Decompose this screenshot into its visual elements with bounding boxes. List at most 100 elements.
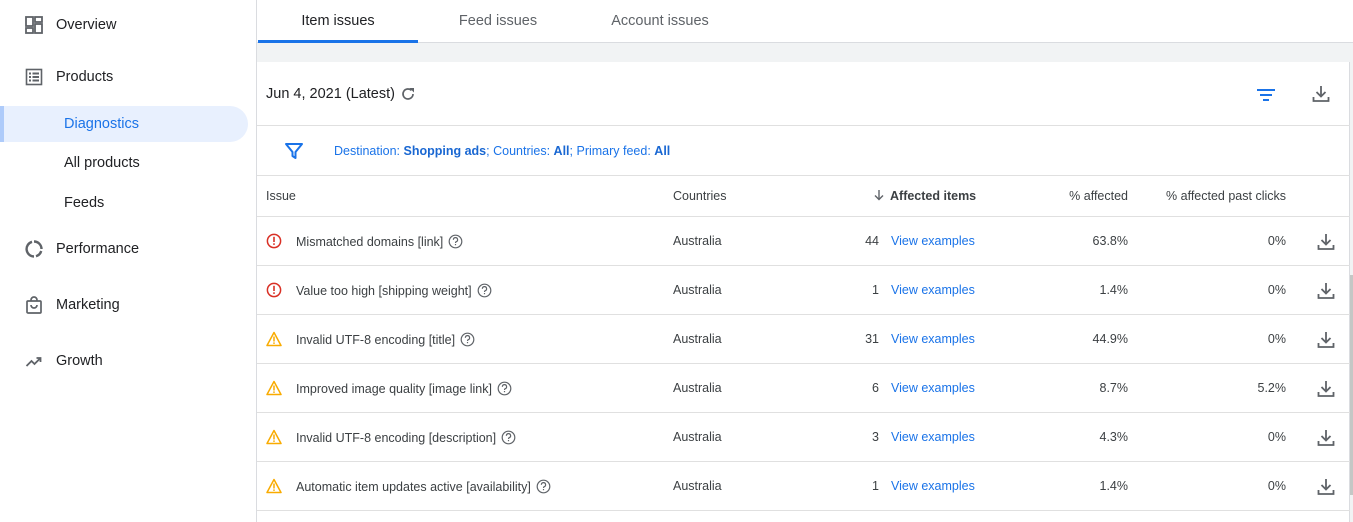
issue-name: Value too high [shipping weight] (296, 284, 472, 298)
help-icon[interactable] (448, 234, 463, 249)
header-pct-past-clicks[interactable]: % affected past clicks (1136, 189, 1286, 203)
nav-diagnostics[interactable]: Diagnostics (0, 106, 248, 142)
nav-marketing-label: Marketing (56, 297, 120, 313)
issue-name: Improved image quality [image link] (296, 382, 492, 396)
error-icon (266, 233, 282, 249)
view-examples-link[interactable]: View examples (891, 332, 975, 346)
table-row[interactable]: Mismatched domains [link] Australia 44 View… (257, 217, 1350, 266)
pct-clicks-cell: 0% (1267, 283, 1286, 297)
issue-cell: Invalid UTF-8 encoding [description] (296, 430, 516, 445)
header-affected-items-label: Affected items (890, 189, 977, 203)
table-row[interactable]: Invalid UTF-8 encoding [title] Australia 3… (257, 315, 1350, 364)
country-cell: Australia (673, 283, 722, 297)
pct-clicks-cell: 0% (1267, 332, 1286, 346)
affected-count: 1 (872, 283, 879, 297)
tab-item-issues[interactable]: Item issues (258, 0, 418, 43)
arrow-down-icon (874, 190, 884, 201)
date-label: Jun 4, 2021 (Latest) (266, 86, 395, 102)
issue-name: Invalid UTF-8 encoding [title] (296, 333, 456, 347)
nav-overview-label: Overview (56, 17, 117, 33)
header-affected-items[interactable]: Affected items (873, 189, 976, 203)
nav-products[interactable]: Products (0, 59, 248, 95)
filter-bar[interactable]: Destination: Shopping ads; Countries: Al… (257, 126, 1350, 176)
table-row[interactable]: Value too high [shipping weight] Australi… (257, 266, 1350, 315)
pct-affected-cell: 44.9% (1092, 332, 1128, 346)
view-examples-link[interactable]: View examples (891, 381, 975, 395)
nav-feeds[interactable]: Feeds (0, 185, 248, 221)
table-row[interactable]: Invalid UTF-8 encoding [description] Aust… (257, 413, 1350, 462)
row-download-icon[interactable] (1315, 329, 1337, 351)
country-cell: Australia (673, 234, 722, 248)
warning-icon (266, 331, 282, 347)
help-icon[interactable] (460, 332, 475, 347)
header-countries[interactable]: Countries (673, 189, 727, 203)
filter-list-icon[interactable] (1255, 84, 1277, 106)
feed-label: ; Primary feed: (569, 144, 651, 158)
tab-account-issues[interactable]: Account issues (578, 0, 742, 42)
pct-affected-cell: 4.3% (1099, 430, 1129, 444)
help-icon[interactable] (497, 381, 512, 396)
nav-growth[interactable]: Growth (0, 343, 248, 379)
country-cell: Australia (673, 332, 722, 346)
table-row[interactable]: Automatic item updates active [availabil… (257, 462, 1350, 511)
view-examples-link[interactable]: View examples (891, 479, 975, 493)
pct-clicks-cell: 0% (1267, 430, 1286, 444)
countries-value: All (553, 144, 570, 158)
row-download-icon[interactable] (1315, 427, 1337, 449)
country-cell: Australia (673, 479, 722, 493)
pct-clicks-cell: 0% (1267, 234, 1286, 248)
warning-icon (266, 380, 282, 396)
row-download-icon[interactable] (1315, 476, 1337, 498)
refresh-icon[interactable] (399, 85, 417, 103)
funnel-icon[interactable] (283, 140, 305, 162)
table-row[interactable]: Improved image quality [image link] Austr… (257, 364, 1350, 413)
nav-performance-label: Performance (56, 241, 140, 257)
shopping-bag-icon (24, 295, 44, 315)
help-icon[interactable] (536, 479, 551, 494)
dashboard-icon (24, 15, 44, 35)
affected-count: 3 (872, 430, 879, 444)
issue-cell: Improved image quality [image link] (296, 381, 512, 396)
trending-up-icon (24, 351, 44, 371)
row-download-icon[interactable] (1315, 378, 1337, 400)
nav-overview[interactable]: Overview (0, 7, 248, 43)
issues-card: Jun 4, 2021 (Latest) Destination: Shoppi… (257, 62, 1350, 522)
warning-icon (266, 429, 282, 445)
view-examples-link[interactable]: View examples (891, 234, 975, 248)
country-cell: Australia (673, 381, 722, 395)
warning-icon (266, 478, 282, 494)
affected-count: 1 (872, 479, 879, 493)
header-issue[interactable]: Issue (266, 189, 296, 203)
help-icon[interactable] (477, 283, 492, 298)
view-examples-link[interactable]: View examples (891, 283, 975, 297)
pct-clicks-cell: 5.2% (1257, 381, 1287, 395)
affected-count: 44 (865, 234, 879, 248)
pct-affected-cell: 1.4% (1099, 479, 1129, 493)
sidebar: Overview Products Diagnostics All produc… (0, 0, 256, 522)
tab-feed-issues[interactable]: Feed issues (418, 0, 578, 42)
feed-value: All (654, 144, 671, 158)
tab-bar: Item issues Feed issues Account issues (257, 0, 1353, 43)
donut-chart-icon (24, 239, 44, 259)
nav-performance[interactable]: Performance (0, 231, 248, 267)
destination-label: Destination: (334, 144, 401, 158)
list-icon (24, 67, 44, 87)
nav-feeds-label: Feeds (64, 195, 105, 211)
nav-growth-label: Growth (56, 353, 103, 369)
issue-name: Automatic item updates active [availabil… (296, 480, 531, 494)
download-icon[interactable] (1310, 83, 1332, 105)
nav-all-products[interactable]: All products (0, 145, 248, 181)
nav-products-label: Products (56, 69, 114, 85)
date-toolbar: Jun 4, 2021 (Latest) (257, 62, 1350, 126)
row-download-icon[interactable] (1315, 280, 1337, 302)
view-examples-link[interactable]: View examples (891, 430, 975, 444)
header-pct-affected[interactable]: % affected (1028, 189, 1128, 203)
error-icon (266, 282, 282, 298)
nav-all-products-label: All products (64, 155, 140, 171)
nav-marketing[interactable]: Marketing (0, 287, 248, 323)
filter-summary[interactable]: Destination: Shopping ads; Countries: Al… (334, 144, 670, 158)
nav-diagnostics-label: Diagnostics (64, 116, 139, 132)
help-icon[interactable] (501, 430, 516, 445)
issue-name: Invalid UTF-8 encoding [description] (296, 431, 497, 445)
row-download-icon[interactable] (1315, 231, 1337, 253)
